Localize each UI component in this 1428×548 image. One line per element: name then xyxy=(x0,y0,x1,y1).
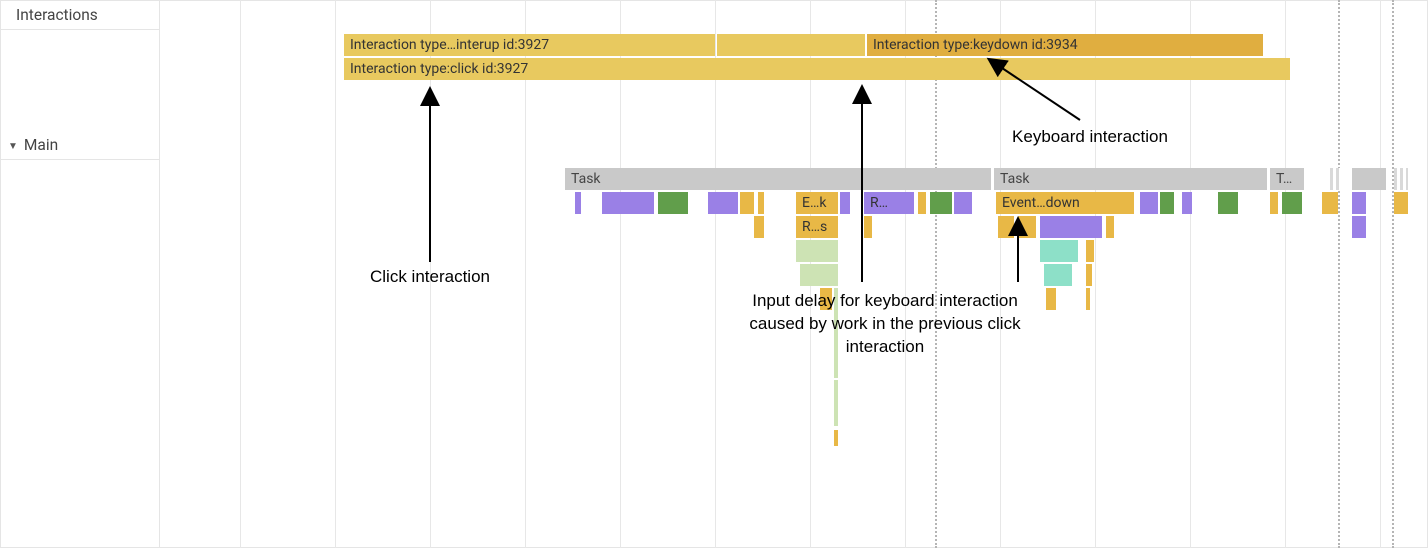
event-bar[interactable] xyxy=(1044,264,1072,286)
time-marker xyxy=(935,0,937,548)
track-label-text: Main xyxy=(24,136,58,154)
task-bar[interactable]: T… xyxy=(1270,168,1304,190)
event-bar[interactable]: R…s xyxy=(796,216,838,238)
grid-line xyxy=(620,0,621,548)
interaction-pointerup-bar[interactable]: Interaction type…interup id:3927 xyxy=(344,34,715,56)
event-bar[interactable] xyxy=(708,192,738,214)
event-bar[interactable] xyxy=(954,192,972,214)
event-bar[interactable] xyxy=(1086,240,1094,262)
event-bar[interactable] xyxy=(864,216,872,238)
chevron-down-icon[interactable]: ▼ xyxy=(8,141,18,152)
event-bar[interactable] xyxy=(1106,216,1114,238)
track-labels-col: Interactions ▼ Main xyxy=(0,0,160,548)
event-bar[interactable]: E…k xyxy=(796,192,838,214)
event-bar[interactable] xyxy=(930,192,952,214)
event-bar[interactable] xyxy=(1182,192,1192,214)
event-bar[interactable] xyxy=(796,240,838,262)
event-bar[interactable] xyxy=(754,216,764,238)
event-bar[interactable] xyxy=(1086,264,1092,286)
event-bar[interactable] xyxy=(1394,192,1408,214)
interaction-bar-label: Interaction type:keydown id:3934 xyxy=(873,37,1078,53)
event-bar-label: R…s xyxy=(802,219,827,235)
grid-line xyxy=(525,0,526,548)
time-marker xyxy=(1392,0,1394,548)
event-bar[interactable] xyxy=(1352,192,1366,214)
interaction-pointerup-tail[interactable] xyxy=(717,34,865,56)
timeline-area[interactable]: Interaction type…interup id:3927 Interac… xyxy=(160,0,1428,548)
interaction-bar-label: Interaction type:click id:3927 xyxy=(350,61,528,77)
interaction-bar-label: Interaction type…interup id:3927 xyxy=(350,37,549,53)
event-bar[interactable] xyxy=(834,380,838,426)
grid-line xyxy=(1285,0,1286,548)
event-bar[interactable] xyxy=(1322,192,1338,214)
event-bar[interactable] xyxy=(1218,192,1238,214)
event-bar[interactable] xyxy=(834,288,838,378)
event-bar-label: E…k xyxy=(802,195,826,211)
task-bar-fragment[interactable] xyxy=(1352,168,1386,190)
task-bar-label: Task xyxy=(571,171,601,187)
track-label-main[interactable]: ▼ Main xyxy=(0,130,159,160)
event-bar[interactable] xyxy=(1040,240,1078,262)
grid-line xyxy=(1190,0,1191,548)
grid-line xyxy=(905,0,906,548)
task-bar[interactable]: Task xyxy=(565,168,991,190)
interaction-click-bar[interactable]: Interaction type:click id:3927 xyxy=(344,58,1290,80)
event-bar[interactable] xyxy=(1160,192,1174,214)
event-bar[interactable]: R… xyxy=(864,192,914,214)
time-marker xyxy=(1338,0,1340,548)
event-bar[interactable] xyxy=(800,264,838,286)
grid-line xyxy=(1380,0,1381,548)
event-bar[interactable] xyxy=(834,430,838,446)
task-bar-fragment[interactable] xyxy=(1330,168,1340,190)
track-label-text: Interactions xyxy=(16,6,98,24)
event-bar[interactable] xyxy=(820,288,832,310)
event-bar[interactable] xyxy=(740,192,754,214)
task-bar-fragment[interactable] xyxy=(1394,168,1408,190)
event-bar[interactable] xyxy=(1086,288,1090,310)
event-bar[interactable] xyxy=(1352,216,1366,238)
event-bar[interactable] xyxy=(1140,192,1158,214)
grid-line xyxy=(335,0,336,548)
event-bar[interactable] xyxy=(918,192,926,214)
event-bar[interactable] xyxy=(1270,192,1278,214)
event-bar[interactable] xyxy=(758,192,764,214)
task-bar-label: T… xyxy=(1276,171,1292,187)
task-bar-label: Task xyxy=(1000,171,1030,187)
event-bar[interactable] xyxy=(1282,192,1302,214)
event-bar-label: R… xyxy=(870,195,888,211)
grid-line xyxy=(1095,0,1096,548)
task-bar[interactable]: Task xyxy=(994,168,1267,190)
grid-line xyxy=(715,0,716,548)
grid-line xyxy=(240,0,241,548)
event-bar[interactable]: Event…down xyxy=(996,192,1134,214)
event-bar[interactable] xyxy=(1046,288,1056,310)
event-bar[interactable] xyxy=(1018,216,1036,238)
event-bar-label: Event…down xyxy=(1002,195,1080,211)
track-label-interactions[interactable]: Interactions xyxy=(0,0,159,30)
grid-line xyxy=(1000,0,1001,548)
interaction-keydown-bar[interactable]: Interaction type:keydown id:3934 xyxy=(867,34,1263,56)
event-bar[interactable] xyxy=(602,192,654,214)
event-bar[interactable] xyxy=(998,216,1014,238)
grid-line xyxy=(430,0,431,548)
event-bar[interactable] xyxy=(575,192,581,214)
event-bar[interactable] xyxy=(840,192,850,214)
event-bar[interactable] xyxy=(658,192,688,214)
event-bar[interactable] xyxy=(1040,216,1102,238)
